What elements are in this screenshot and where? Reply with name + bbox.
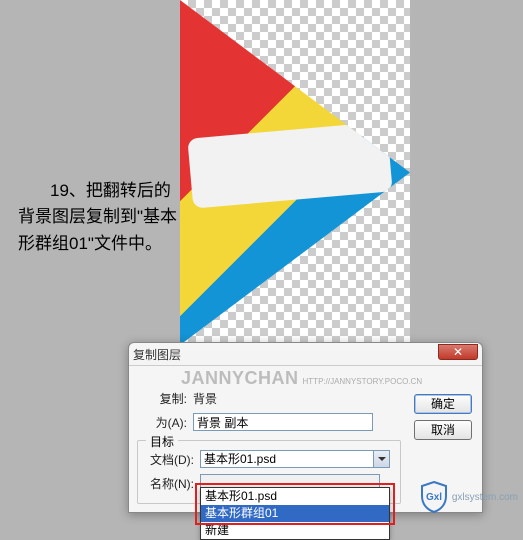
dialog-buttons: 确定 取消 bbox=[414, 394, 472, 440]
svg-text:Gxl: Gxl bbox=[426, 492, 442, 503]
dialog-titlebar[interactable]: 复制图层 ✕ bbox=[129, 343, 482, 365]
watermark: JANNYCHAN HTTP://JANNYSTORY.POCO.CN bbox=[181, 368, 422, 389]
instruction-text: 19、把翻转后的背景图层复制到"基本形群组01"文件中。 bbox=[18, 178, 178, 257]
name-label: 名称(N): bbox=[144, 475, 200, 492]
step-number: 19、 bbox=[50, 181, 86, 200]
combo-dropdown-button[interactable] bbox=[373, 450, 390, 468]
copy-label: 复制: bbox=[137, 390, 193, 407]
gxl-site: gxlsystem.com bbox=[452, 492, 518, 503]
target-fieldset: 目标 文档(D): 基本形01.psd 名称(N): 基本形01.psd 基本形… bbox=[137, 440, 401, 504]
close-icon: ✕ bbox=[453, 345, 463, 359]
document-combo-text: 基本形01.psd bbox=[200, 450, 373, 468]
dropdown-item[interactable]: 基本形01.psd bbox=[201, 488, 389, 505]
dropdown-item[interactable]: 新建 bbox=[201, 522, 389, 539]
close-button[interactable]: ✕ bbox=[438, 344, 478, 360]
copy-value: 背景 bbox=[193, 390, 217, 407]
document-combo[interactable]: 基本形01.psd bbox=[200, 450, 390, 468]
chevron-down-icon bbox=[378, 457, 386, 461]
shield-icon: Gxl bbox=[420, 481, 448, 513]
dialog-title: 复制图层 bbox=[133, 346, 181, 363]
cancel-button[interactable]: 取消 bbox=[414, 420, 472, 440]
ok-button[interactable]: 确定 bbox=[414, 394, 472, 414]
watermark-brand: JANNYCHAN bbox=[181, 368, 299, 388]
as-label: 为(A): bbox=[137, 414, 193, 431]
as-input[interactable] bbox=[193, 413, 373, 431]
document-label: 文档(D): bbox=[144, 451, 200, 468]
document-row: 文档(D): 基本形01.psd bbox=[144, 449, 394, 469]
watermark-url: HTTP://JANNYSTORY.POCO.CN bbox=[303, 377, 423, 386]
gxl-watermark: Gxl gxlsystem.com bbox=[420, 481, 518, 513]
step-body: 把翻转后的背景图层复制到"基本形群组01"文件中。 bbox=[18, 181, 177, 253]
target-legend: 目标 bbox=[146, 433, 178, 450]
edited-image-preview bbox=[180, 0, 410, 345]
